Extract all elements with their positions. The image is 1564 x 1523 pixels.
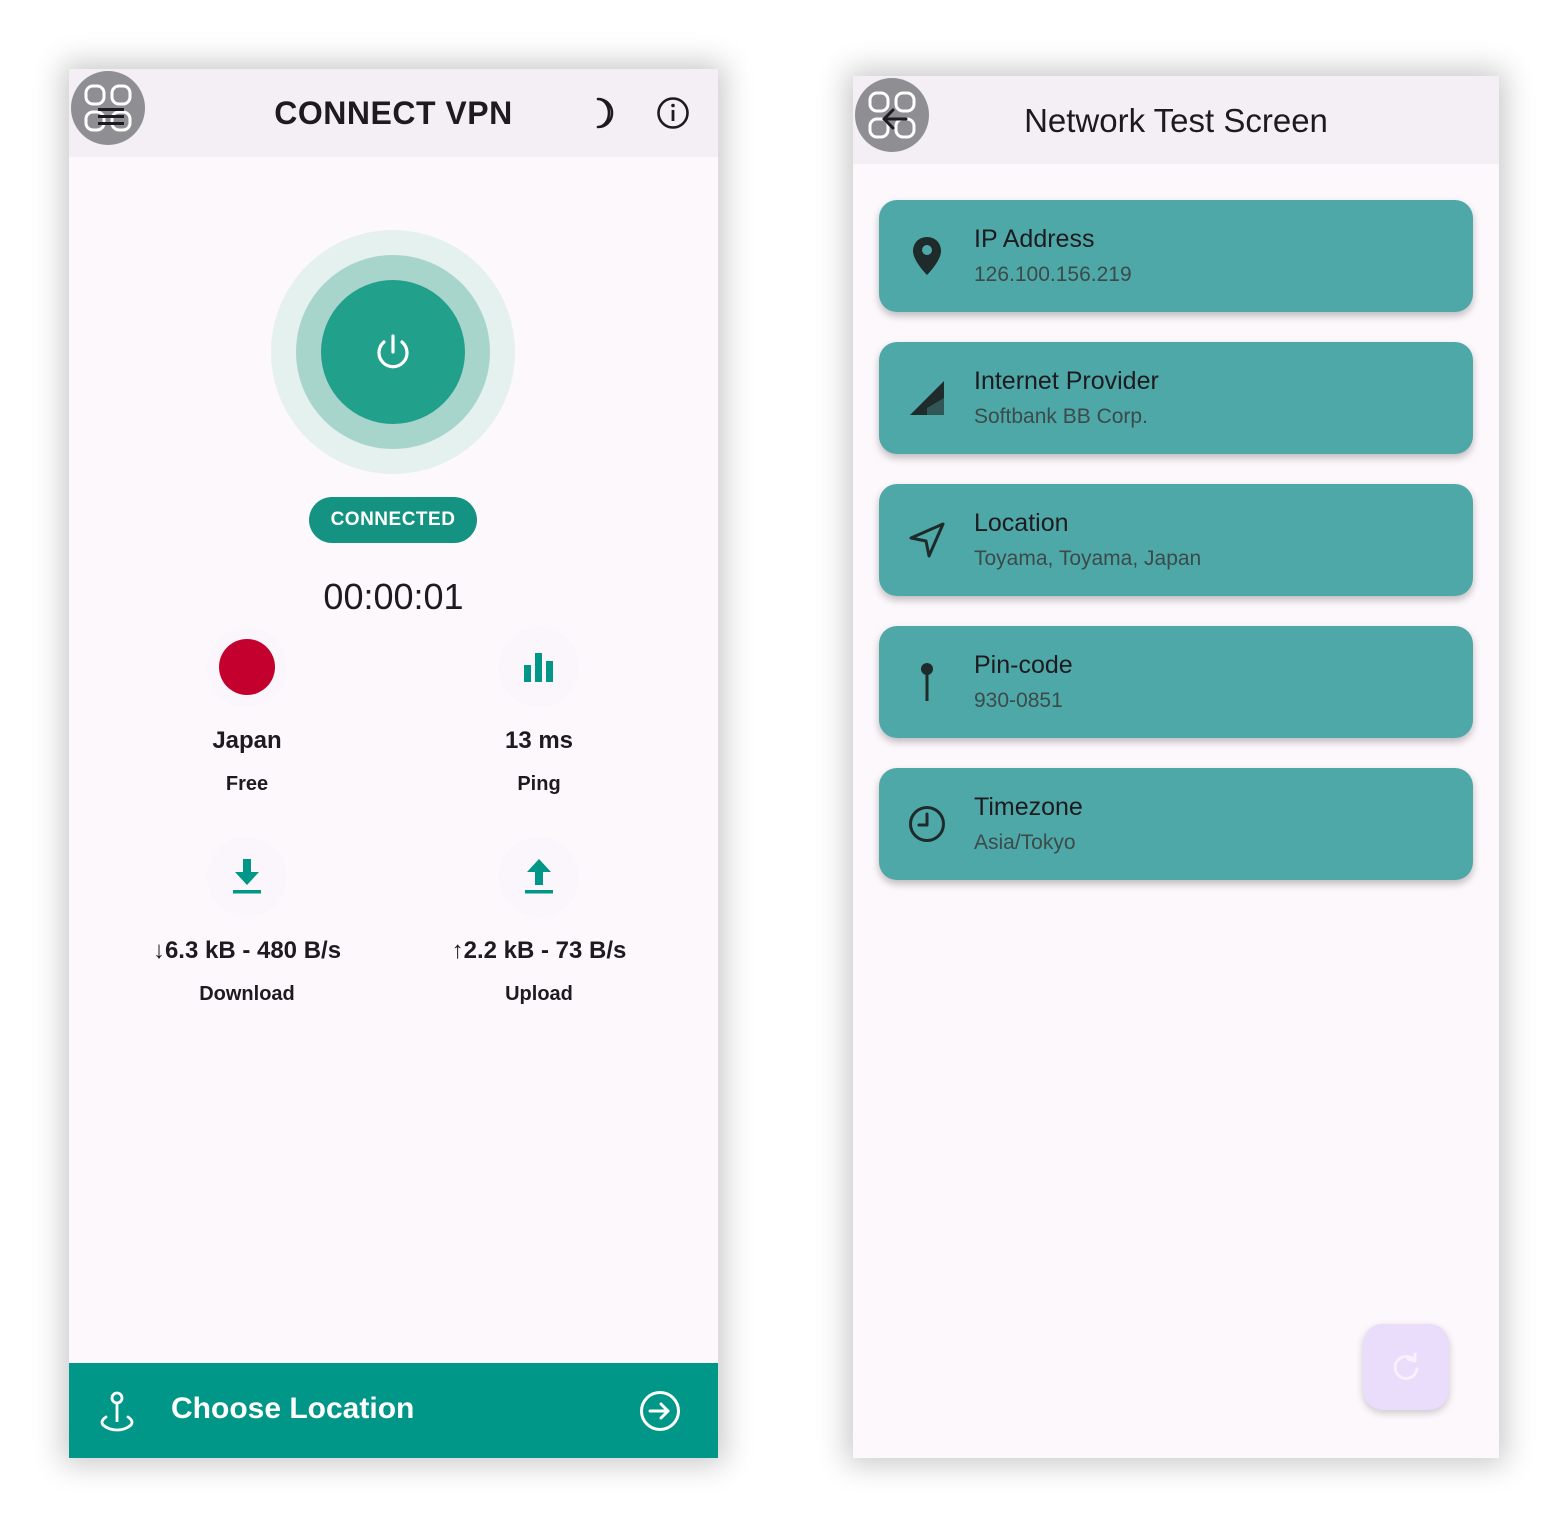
- upload-value: ↑2.2 kB - 73 B/s: [451, 937, 627, 964]
- refresh-icon: [1393, 1352, 1419, 1380]
- server-stat: Japan Free: [127, 627, 367, 796]
- server-icon-wrap: [207, 627, 287, 707]
- card-title: Location: [974, 509, 1069, 537]
- moon-icon: [596, 97, 614, 129]
- japan-flag-icon: [219, 639, 275, 695]
- internet-provider-card: Internet Provider Softbank BB Corp.: [879, 342, 1473, 454]
- app-bar: Network Test Screen: [853, 76, 1499, 164]
- pushpin-icon: [903, 658, 951, 706]
- ping-value: 13 ms: [504, 727, 574, 754]
- card-title: Pin-code: [974, 651, 1073, 679]
- card-value: Toyama, Toyama, Japan: [974, 547, 1202, 570]
- refresh-button[interactable]: [1363, 1324, 1449, 1410]
- status-badge: CONNECTED: [309, 497, 477, 543]
- clock-icon: [903, 800, 951, 848]
- info-icon: [657, 97, 689, 129]
- power-button[interactable]: [321, 280, 465, 424]
- signal-icon: [903, 374, 951, 422]
- timezone-card: Timezone Asia/Tokyo: [879, 768, 1473, 880]
- download-value: ↓6.3 kB - 480 B/s: [152, 937, 342, 964]
- network-test-screen: Network Test Screen IP Address 126.100.1…: [853, 76, 1499, 1458]
- location-card: Location Toyama, Toyama, Japan: [879, 484, 1473, 596]
- card-title: IP Address: [974, 225, 1095, 253]
- download-icon: [233, 859, 261, 894]
- server-tier: Free: [225, 773, 269, 795]
- navigation-icon: [903, 516, 951, 564]
- ping-label: Ping: [517, 773, 561, 795]
- arrow-right-circle-icon: [640, 1391, 680, 1431]
- connection-timer: 00:00:01: [323, 576, 464, 617]
- upload-icon: [525, 859, 553, 894]
- theme-toggle-button[interactable]: [585, 93, 625, 133]
- app-bar: CONNECT VPN: [69, 69, 718, 157]
- card-title: Timezone: [974, 793, 1083, 821]
- choose-location-label: Choose Location: [171, 1392, 415, 1425]
- download-label: Download: [199, 983, 295, 1005]
- download-stat: ↓6.3 kB - 480 B/s Download: [127, 837, 367, 1006]
- info-button[interactable]: [653, 93, 693, 133]
- upload-stat: ↑2.2 kB - 73 B/s Upload: [419, 837, 659, 1006]
- bar-chart-icon: [524, 653, 553, 682]
- card-value: 930-0851: [974, 689, 1063, 712]
- server-country: Japan: [212, 727, 282, 754]
- ping-icon-wrap: [499, 627, 579, 707]
- download-icon-wrap: [207, 837, 287, 917]
- vpn-screen: CONNECT VPN CONNECTED 00:00:01 Japan Fre…: [69, 69, 718, 1458]
- card-value: Softbank BB Corp.: [974, 405, 1148, 428]
- upload-label: Upload: [505, 983, 573, 1005]
- card-value: 126.100.156.219: [974, 263, 1132, 286]
- ping-stat: 13 ms Ping: [419, 627, 659, 796]
- choose-location-button[interactable]: Choose Location: [69, 1363, 718, 1458]
- location-pin-icon: [100, 1391, 134, 1432]
- location-pin-icon: [903, 232, 951, 280]
- ip-address-card: IP Address 126.100.156.219: [879, 200, 1473, 312]
- power-icon: [377, 334, 409, 369]
- upload-icon-wrap: [499, 837, 579, 917]
- screen-title: Network Test Screen: [1024, 102, 1328, 139]
- card-title: Internet Provider: [974, 367, 1159, 395]
- pin-code-card: Pin-code 930-0851: [879, 626, 1473, 738]
- card-value: Asia/Tokyo: [974, 831, 1076, 854]
